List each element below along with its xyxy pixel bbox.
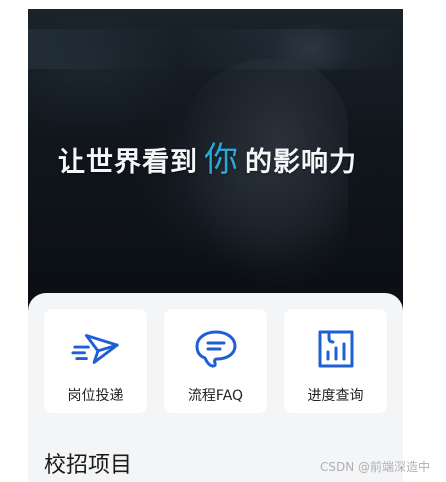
chat-bubble-icon: [191, 327, 241, 371]
banner-background-light: [28, 29, 403, 69]
slogan-text-after: 的影响力: [245, 147, 357, 178]
slogan-accent-text: 你: [204, 140, 239, 180]
banner-slogan: 让世界看到 你 的影响力: [58, 132, 378, 181]
progress-query-card[interactable]: 进度查询: [284, 309, 387, 413]
quick-action-cards: 岗位投递 流程FAQ 进度查询: [44, 309, 387, 413]
process-faq-label: 流程FAQ: [187, 388, 244, 404]
section-title: 校招项目: [44, 453, 133, 478]
hero-banner: 让世界看到 你 的影响力: [28, 9, 403, 309]
slogan-text-before: 让世界看到: [58, 147, 198, 178]
app-screen: 让世界看到 你 的影响力 岗位投递 流程FAQ 进度查询 校招项目: [28, 9, 403, 482]
job-apply-card[interactable]: 岗位投递: [44, 309, 147, 413]
progress-query-label: 进度查询: [307, 388, 364, 404]
chart-document-icon: [311, 327, 361, 371]
content-panel: 岗位投递 流程FAQ 进度查询 校招项目: [28, 293, 403, 482]
paper-plane-icon: [70, 327, 121, 371]
job-apply-label: 岗位投递: [67, 388, 124, 404]
watermark: CSDN @前端深造中: [320, 460, 431, 474]
process-faq-card[interactable]: 流程FAQ: [164, 309, 267, 413]
